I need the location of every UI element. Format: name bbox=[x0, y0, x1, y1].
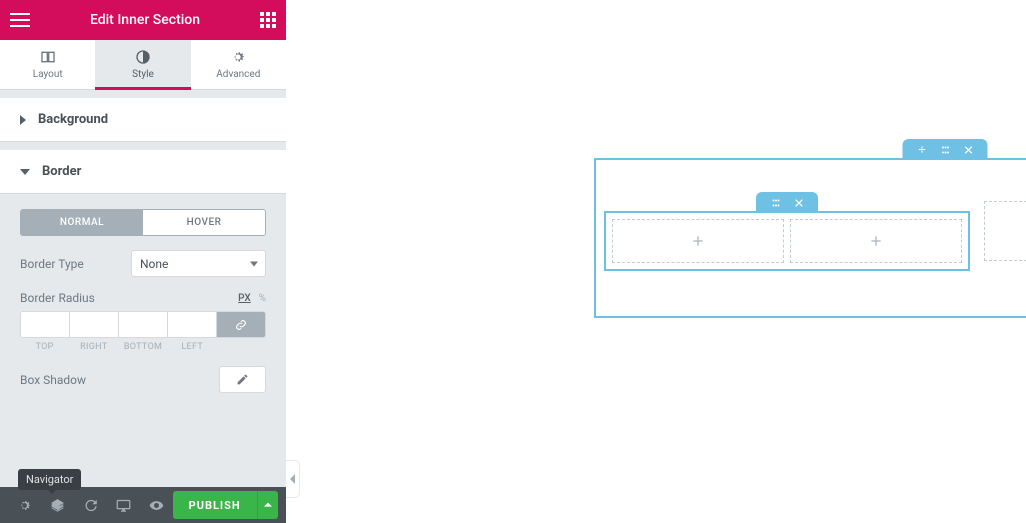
editor-panel: Edit Inner Section Layout Style Advanced… bbox=[0, 0, 286, 523]
side-label: RIGHT bbox=[69, 342, 118, 352]
radius-top-input[interactable] bbox=[21, 312, 70, 337]
add-section-button[interactable] bbox=[917, 144, 928, 155]
tab-label: Advanced bbox=[216, 69, 260, 80]
side-label: TOP bbox=[20, 342, 69, 352]
tab-label: Style bbox=[132, 69, 154, 80]
toggle-hover[interactable]: HOVER bbox=[143, 210, 265, 235]
publish-button[interactable]: PUBLISH bbox=[173, 491, 257, 519]
unit-percent[interactable]: % bbox=[259, 293, 266, 304]
border-section-body: NORMAL HOVER Border Type None Border Rad… bbox=[0, 194, 286, 408]
add-widget-placeholder[interactable] bbox=[984, 201, 1026, 261]
border-radius-side-labels: TOP RIGHT BOTTOM LEFT bbox=[20, 342, 266, 352]
tab-layout[interactable]: Layout bbox=[0, 40, 95, 89]
box-shadow-edit-button[interactable] bbox=[219, 366, 266, 393]
gear-icon bbox=[17, 498, 32, 513]
accordion-background[interactable]: Background bbox=[0, 98, 286, 142]
link-values-button[interactable] bbox=[217, 312, 265, 337]
settings-button[interactable] bbox=[8, 487, 41, 523]
section-handle bbox=[903, 139, 988, 160]
border-radius-inputs bbox=[20, 311, 266, 338]
caret-right-icon bbox=[20, 115, 26, 125]
inner-section[interactable] bbox=[604, 211, 970, 271]
radius-right-input[interactable] bbox=[70, 312, 119, 337]
undo-icon bbox=[83, 498, 98, 513]
panel-title: Edit Inner Section bbox=[90, 12, 200, 28]
delete-inner-button[interactable] bbox=[794, 198, 804, 208]
accordion-label: Border bbox=[42, 164, 81, 179]
eye-icon bbox=[149, 498, 164, 513]
inner-section-handle bbox=[756, 192, 818, 213]
navigator-tooltip: Navigator bbox=[18, 469, 81, 490]
plus-icon bbox=[868, 233, 884, 249]
tab-style[interactable]: Style bbox=[95, 40, 190, 89]
gear-icon bbox=[230, 49, 246, 65]
unit-toggles: PX % bbox=[238, 293, 266, 304]
border-radius-label: Border Radius bbox=[20, 291, 95, 305]
spacer bbox=[0, 90, 286, 98]
box-shadow-row: Box Shadow bbox=[20, 366, 266, 393]
publish-options-button[interactable] bbox=[257, 491, 278, 519]
border-radius-header: Border Radius PX % bbox=[20, 291, 266, 305]
outer-section[interactable] bbox=[594, 158, 1026, 318]
tab-advanced[interactable]: Advanced bbox=[191, 40, 286, 89]
border-type-label: Border Type bbox=[20, 257, 84, 271]
plus-icon bbox=[690, 233, 706, 249]
spacer bbox=[0, 142, 286, 150]
add-widget-placeholder[interactable] bbox=[790, 219, 962, 263]
responsive-button[interactable] bbox=[107, 487, 140, 523]
side-label: LEFT bbox=[168, 342, 217, 352]
preview-canvas bbox=[286, 0, 1026, 523]
border-radius-group: Border Radius PX % TOP RIGHT BOTTOM L bbox=[20, 291, 266, 352]
collapse-panel-button[interactable] bbox=[286, 460, 300, 498]
delete-section-button[interactable] bbox=[964, 145, 974, 155]
layers-icon bbox=[50, 498, 65, 513]
apps-icon[interactable] bbox=[260, 12, 276, 28]
radius-bottom-input[interactable] bbox=[119, 312, 168, 337]
caret-up-icon bbox=[264, 501, 272, 509]
radius-left-input[interactable] bbox=[168, 312, 217, 337]
history-button[interactable] bbox=[74, 487, 107, 523]
tab-label: Layout bbox=[33, 69, 63, 80]
accordion-label: Background bbox=[38, 112, 108, 127]
unit-px[interactable]: PX bbox=[238, 293, 251, 304]
accordion-border[interactable]: Border bbox=[0, 150, 286, 194]
columns-icon bbox=[40, 49, 56, 65]
chevron-left-icon bbox=[290, 474, 296, 484]
drag-inner-button[interactable] bbox=[770, 197, 782, 209]
box-shadow-label: Box Shadow bbox=[20, 373, 86, 387]
panel-header: Edit Inner Section bbox=[0, 0, 286, 40]
border-type-select[interactable]: None bbox=[131, 250, 266, 277]
pencil-icon bbox=[236, 373, 249, 386]
contrast-icon bbox=[135, 49, 151, 65]
side-label: BOTTOM bbox=[118, 342, 167, 352]
preview-button[interactable] bbox=[140, 487, 173, 523]
toggle-normal[interactable]: NORMAL bbox=[21, 210, 143, 235]
border-type-select-wrap: None bbox=[131, 250, 266, 277]
drag-section-button[interactable] bbox=[940, 144, 952, 156]
menu-icon[interactable] bbox=[10, 13, 30, 27]
border-type-row: Border Type None bbox=[20, 250, 266, 277]
state-toggle: NORMAL HOVER bbox=[20, 209, 266, 236]
panel-footer: PUBLISH bbox=[0, 487, 286, 523]
navigator-button[interactable] bbox=[41, 487, 74, 523]
add-widget-placeholder[interactable] bbox=[612, 219, 784, 263]
caret-down-icon bbox=[20, 169, 30, 175]
tabs: Layout Style Advanced bbox=[0, 40, 286, 90]
desktop-icon bbox=[116, 498, 131, 513]
